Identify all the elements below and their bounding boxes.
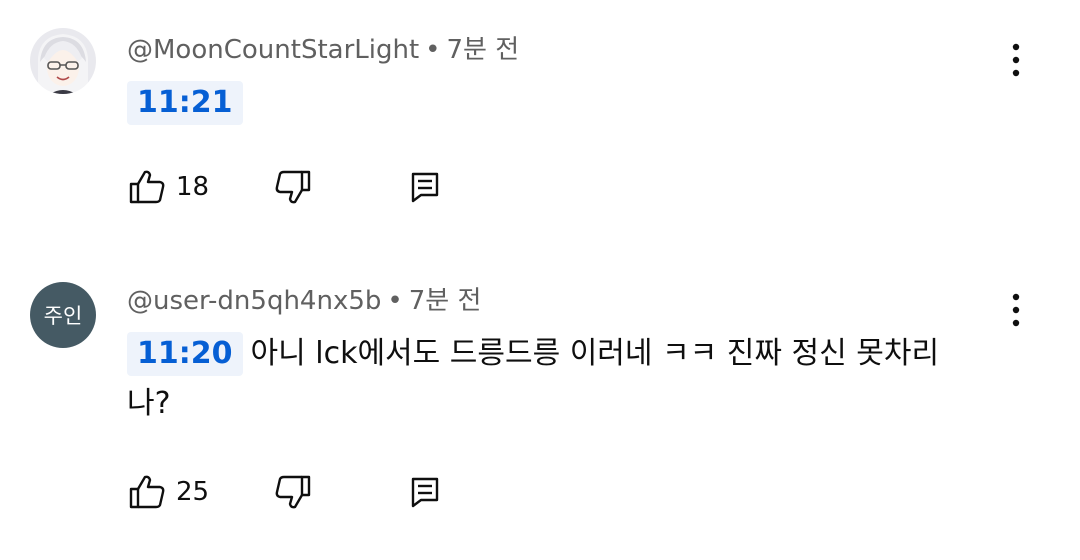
comment-actions: 25 bbox=[128, 472, 468, 512]
comment-header: @user-dn5qh4nx5b • 7분 전 bbox=[127, 285, 481, 317]
author-name[interactable]: @MoonCountStarLight bbox=[127, 35, 419, 65]
reply-icon bbox=[409, 170, 441, 204]
timestamp-link[interactable]: 11:21 bbox=[127, 81, 243, 125]
like-button[interactable]: 25 bbox=[128, 472, 209, 512]
dislike-button[interactable] bbox=[274, 167, 312, 207]
comment-text: 11:21 bbox=[127, 78, 957, 128]
more-vert-icon bbox=[1011, 292, 1021, 328]
author-name[interactable]: @user-dn5qh4nx5b bbox=[127, 286, 381, 316]
thumbs-up-icon bbox=[128, 474, 166, 510]
like-button[interactable]: 18 bbox=[128, 167, 209, 207]
avatar[interactable] bbox=[30, 28, 96, 94]
comment-menu-button[interactable] bbox=[1000, 40, 1032, 80]
comment-text: 11:20 아니 lck에서도 드릉드릉 이러네 ㅋㅋ 진짜 정신 못차리나? bbox=[127, 329, 957, 429]
comment-body: 아니 lck에서도 드릉드릉 이러네 ㅋㅋ 진짜 정신 못차리나? bbox=[127, 336, 940, 421]
like-count: 18 bbox=[176, 172, 210, 202]
thumbs-down-icon bbox=[274, 169, 312, 205]
separator-dot: • bbox=[425, 35, 441, 65]
thumbs-up-icon bbox=[128, 169, 166, 205]
reply-button[interactable] bbox=[409, 167, 441, 207]
like-count: 25 bbox=[176, 477, 210, 507]
avatar[interactable]: 주인 bbox=[30, 282, 96, 348]
reply-icon bbox=[409, 475, 441, 509]
comment-menu-button[interactable] bbox=[1000, 290, 1032, 330]
timestamp-link[interactable]: 11:20 bbox=[127, 332, 243, 376]
dislike-button[interactable] bbox=[274, 472, 312, 512]
avatar-initials: 주인 bbox=[43, 304, 83, 328]
time-ago: 7분 전 bbox=[408, 286, 482, 316]
comment-header: @MoonCountStarLight • 7분 전 bbox=[127, 34, 519, 66]
separator-dot: • bbox=[387, 286, 403, 316]
more-vert-icon bbox=[1011, 42, 1021, 78]
thumbs-down-icon bbox=[274, 474, 312, 510]
comment: 주인 @user-dn5qh4nx5b • 7분 전 11:20 아니 lck에서도 … bbox=[0, 255, 1080, 560]
comment: @MoonCountStarLight • 7분 전 11:21 18 bbox=[0, 0, 1080, 255]
reply-button[interactable] bbox=[409, 472, 441, 512]
comment-actions: 18 bbox=[128, 167, 468, 207]
time-ago: 7분 전 bbox=[446, 35, 520, 65]
